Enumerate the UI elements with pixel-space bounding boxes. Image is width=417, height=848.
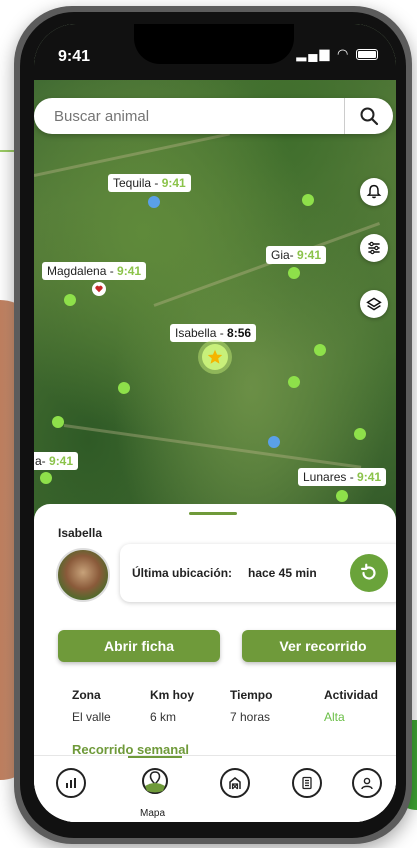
animal-dot[interactable] — [354, 428, 366, 440]
marker-label-partial[interactable]: a- 9:41 — [34, 452, 79, 470]
list-icon — [302, 776, 312, 790]
nav-barn[interactable] — [220, 768, 250, 798]
open-record-button[interactable]: Abrir ficha — [58, 630, 220, 662]
marker-label-isabella[interactable]: Isabella - 8:56 — [170, 324, 257, 342]
animal-dot[interactable] — [288, 267, 300, 279]
bell-icon — [366, 184, 382, 199]
last-location-card: Última ubicación: hace 45 min — [120, 544, 396, 602]
heart-icon[interactable] — [92, 282, 106, 296]
animal-dot[interactable] — [64, 294, 76, 306]
nav-stats[interactable] — [56, 768, 86, 798]
user-icon — [361, 777, 373, 790]
stat-time: Tiempo 7 horas — [230, 688, 273, 724]
animal-dot[interactable] — [336, 490, 348, 502]
barn-icon — [229, 777, 241, 790]
star-icon[interactable] — [202, 344, 228, 370]
last-location-label: Última ubicación: — [132, 566, 233, 580]
search-icon[interactable] — [359, 106, 379, 126]
stat-zone: Zona El valle — [72, 688, 111, 724]
chart-icon — [66, 778, 76, 788]
layers-button[interactable] — [360, 290, 388, 318]
animal-dot[interactable] — [302, 194, 314, 206]
status-time: 9:41 — [58, 48, 91, 65]
animal-dot[interactable] — [118, 382, 130, 394]
stat-activity: Actividad Alta — [324, 688, 379, 724]
battery-icon — [356, 49, 378, 61]
map-pin-icon — [142, 768, 168, 794]
layers-icon — [366, 297, 382, 311]
view-route-button[interactable]: Ver recorrido — [242, 630, 396, 662]
avatar[interactable] — [56, 548, 110, 602]
refresh-icon — [361, 563, 376, 580]
refresh-button[interactable] — [350, 554, 388, 592]
animal-name: Isabella — [58, 526, 103, 540]
animal-dot[interactable] — [268, 436, 280, 448]
notifications-button[interactable] — [360, 178, 388, 206]
search-bar[interactable] — [34, 98, 393, 136]
status-bar: 9:41 ▂▄▆ ◠ — [34, 24, 396, 80]
animal-dot[interactable] — [148, 196, 160, 208]
filter-icon — [368, 241, 380, 255]
marker-label-tequila[interactable]: Tequila - 9:41 — [108, 174, 191, 192]
animal-dot[interactable] — [40, 472, 52, 484]
phone-screen: Tequila - 9:41 Gia- 9:41 Magdalena - 9:4… — [34, 24, 396, 822]
marker-label-magdalena[interactable]: Magdalena - 9:41 — [42, 262, 147, 280]
nav-map-label: Mapa — [140, 808, 166, 819]
last-location-value: hace 45 min — [248, 566, 317, 580]
animal-dot[interactable] — [52, 416, 64, 428]
phone-frame: Tequila - 9:41 Gia- 9:41 Magdalena - 9:4… — [14, 6, 412, 844]
animal-dot[interactable] — [314, 344, 326, 356]
animal-dot[interactable] — [288, 376, 300, 388]
nav-list[interactable] — [292, 768, 322, 798]
bottom-nav: Mapa — [34, 755, 396, 822]
search-input[interactable] — [52, 98, 326, 136]
nav-map[interactable] — [140, 766, 170, 796]
stat-km-today: Km hoy 6 km — [150, 688, 195, 724]
marker-label-gia[interactable]: Gia- 9:41 — [266, 246, 327, 264]
nav-profile[interactable] — [352, 768, 382, 798]
sheet-handle[interactable] — [189, 512, 237, 515]
filters-button[interactable] — [360, 234, 388, 262]
marker-label-lunares[interactable]: Lunares - 9:41 — [298, 468, 387, 486]
status-icons: ▂▄▆ ◠ — [296, 46, 378, 62]
